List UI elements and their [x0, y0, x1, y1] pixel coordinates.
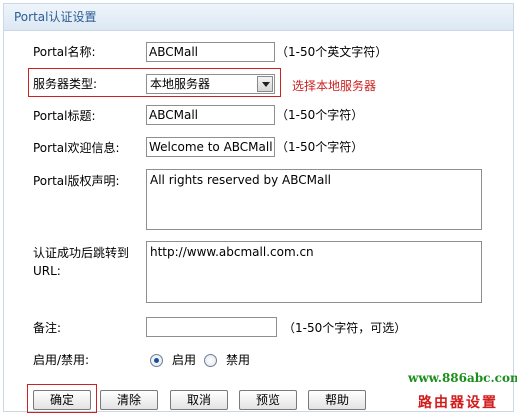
confirm-button[interactable]: 确定 — [33, 390, 91, 410]
portal-title-input[interactable]: ABCMall — [146, 105, 275, 125]
server-type-selected: 本地服务器 — [150, 77, 211, 91]
portal-copyright-textarea[interactable]: All rights reserved by ABCMall — [146, 169, 482, 230]
portal-title-hint: （1-50个字符） — [276, 108, 364, 122]
chevron-down-icon[interactable] — [257, 76, 273, 92]
redirect-url-label-line1: 认证成功后跳转到 — [33, 246, 130, 260]
panel-title: Portal认证设置 — [4, 4, 513, 31]
remark-label: 备注: — [33, 321, 62, 335]
watermark-text: 路由器设置 — [418, 395, 498, 411]
server-type-note: 选择本地服务器 — [292, 79, 377, 93]
server-type-select[interactable]: 本地服务器 — [146, 74, 275, 94]
portal-name-label: Portal名称: — [33, 45, 96, 59]
portal-copyright-label: Portal版权声明: — [33, 174, 120, 188]
watermark-site: www.886abc.com — [408, 371, 517, 385]
preview-button[interactable]: 预览 — [239, 390, 297, 410]
portal-title-label: Portal标题: — [33, 109, 96, 123]
remark-input[interactable] — [146, 317, 277, 337]
redirect-url-label-line2: URL: — [33, 264, 61, 278]
help-button[interactable]: 帮助 — [308, 390, 366, 410]
enable-radio-label: 启用 — [172, 353, 197, 367]
portal-welcome-input[interactable]: Welcome to ABCMall — [146, 137, 275, 157]
server-type-label: 服务器类型: — [33, 77, 98, 91]
portal-name-input[interactable]: ABCMall — [146, 42, 275, 62]
portal-welcome-label: Portal欢迎信息: — [33, 141, 120, 155]
cancel-button[interactable]: 取消 — [170, 390, 228, 410]
remark-hint: （1-50个字符，可选） — [283, 321, 407, 335]
enable-radio[interactable] — [150, 354, 163, 367]
clear-button[interactable]: 清除 — [100, 390, 158, 410]
disable-radio-label: 禁用 — [226, 353, 251, 367]
redirect-url-textarea[interactable]: http://www.abcmall.com.cn — [146, 241, 482, 303]
portal-welcome-hint: （1-50个字符） — [276, 140, 364, 154]
enable-label: 启用/禁用: — [33, 353, 90, 367]
portal-name-hint: （1-50个英文字符） — [276, 45, 388, 59]
disable-radio[interactable] — [204, 354, 217, 367]
